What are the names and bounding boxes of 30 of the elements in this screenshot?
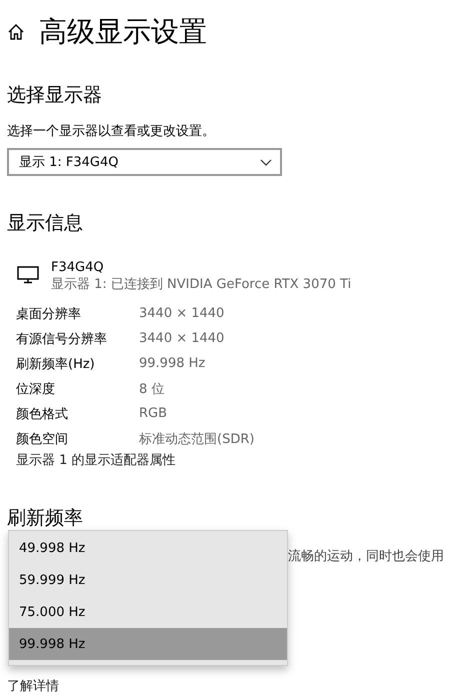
info-label: 颜色格式 [16, 406, 69, 422]
info-label: 位深度 [16, 380, 56, 398]
info-value: RGB [139, 406, 168, 421]
info-value: 8 位 [139, 380, 166, 398]
home-icon[interactable] [7, 23, 25, 41]
monitor-icon [17, 266, 39, 284]
monitor-name: F34G4Q [51, 260, 105, 275]
menu-option[interactable]: 49.998 Hz [9, 532, 287, 564]
monitor-subtitle: 显示器 1: 已连接到 NVIDIA GeForce RTX 3070 Ti [51, 276, 352, 293]
info-value: 3440 × 1440 [139, 331, 226, 346]
section-heading: 选择显示器 [7, 83, 103, 108]
info-label: 颜色空间 [16, 430, 69, 448]
page-title: 高级显示设置 [39, 14, 207, 50]
menu-option[interactable]: 99.998 Hz [9, 628, 287, 660]
section-heading: 显示信息 [7, 211, 84, 236]
info-value: 3440 × 1440 [139, 306, 226, 321]
section-heading: 刷新频率 [7, 506, 84, 531]
hint-text: 选择一个显示器以查看或更改设置。 [7, 123, 216, 140]
menu-option[interactable]: 75.000 Hz [9, 596, 287, 628]
display-dropdown[interactable]: 显示 1: F34G4Q [7, 148, 282, 176]
info-label: 有源信号分辨率 [16, 330, 108, 348]
info-label: 桌面分辨率 [16, 306, 82, 322]
info-value: 标准动态范围(SDR) [139, 430, 256, 448]
adapter-properties-link[interactable]: 显示器 1 的显示适配器属性 [7, 451, 445, 469]
description-text: 流畅的运动，同时也会使用 [288, 548, 444, 565]
menu-option[interactable]: 59.999 Hz [9, 564, 287, 596]
learn-more-link[interactable]: 了解详情 [7, 677, 59, 694]
chevron-down-icon [260, 158, 272, 166]
info-value: 99.998 Hz [139, 356, 206, 371]
info-label: 刷新频率(Hz) [16, 356, 96, 372]
